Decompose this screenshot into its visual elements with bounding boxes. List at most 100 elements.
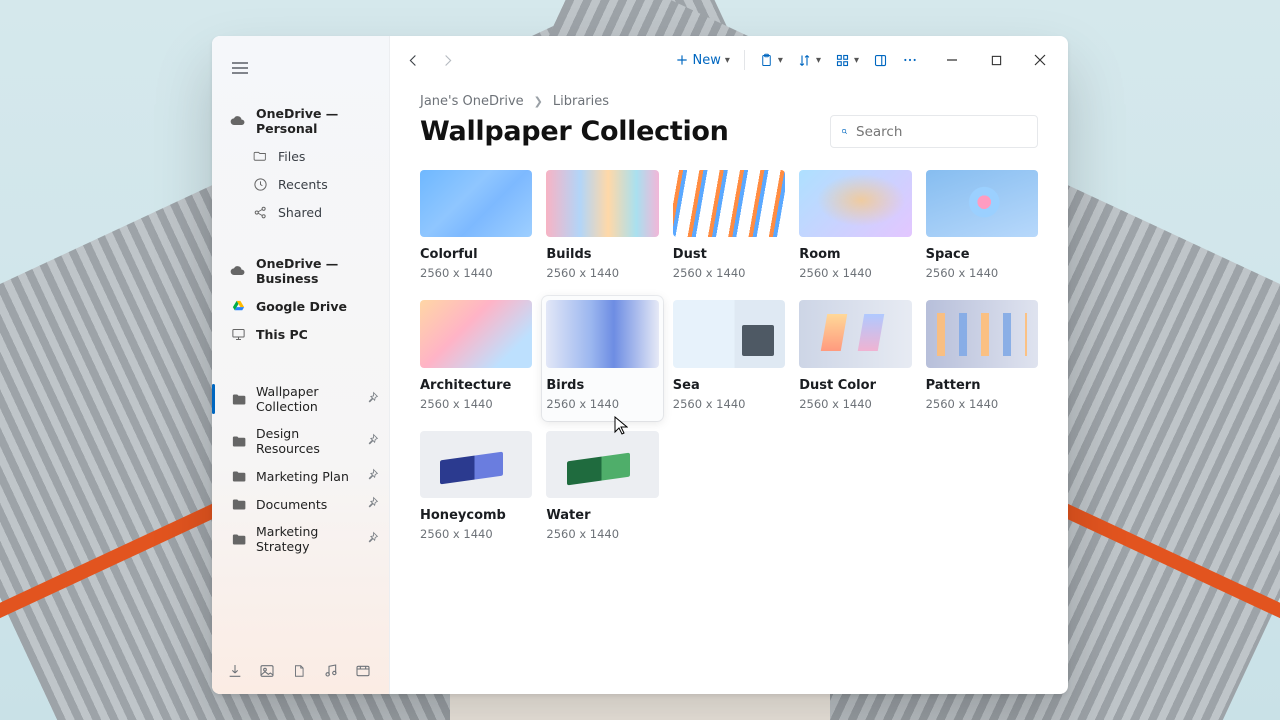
google-drive-icon xyxy=(230,298,246,314)
file-card[interactable]: Birds 2560 x 1440 xyxy=(542,296,662,420)
titlebar: New ▾ ▾ ▾ ▾ xyxy=(390,36,1068,84)
new-button[interactable]: New ▾ xyxy=(669,45,736,75)
sidebar-item-files[interactable]: Files xyxy=(212,142,389,170)
folder-outline-icon xyxy=(252,148,268,164)
file-card[interactable]: Sea 2560 x 1440 xyxy=(673,300,785,416)
thumbnail xyxy=(546,431,658,498)
file-card[interactable]: Honeycomb2560 x 1440 xyxy=(420,431,532,547)
sidebar-pin-item[interactable]: Documents xyxy=(212,490,389,518)
sidebar-item-onedrive-personal[interactable]: OneDrive — Personal xyxy=(212,100,389,142)
file-dimensions: 2560 x 1440 xyxy=(673,397,785,411)
file-card[interactable]: Dust2560 x 1440 xyxy=(673,170,785,286)
breadcrumb-item[interactable]: Jane's OneDrive xyxy=(420,94,524,109)
back-button[interactable] xyxy=(396,43,430,77)
folder-icon xyxy=(230,433,246,449)
downloads-icon[interactable] xyxy=(226,662,244,680)
file-name: Birds xyxy=(546,378,658,393)
forward-button[interactable] xyxy=(430,43,464,77)
thumbnail xyxy=(420,170,532,237)
file-dimensions: 2560 x 1440 xyxy=(926,266,1038,280)
folder-icon xyxy=(230,391,246,407)
sidebar-item-label: Shared xyxy=(278,205,322,220)
sidebar-item-onedrive-business[interactable]: OneDrive — Business xyxy=(212,250,389,292)
file-card[interactable]: Architecture2560 x 1440 xyxy=(420,300,532,416)
file-name: Space xyxy=(926,247,1038,262)
thumbnail xyxy=(799,170,911,237)
share-icon xyxy=(252,204,268,220)
sidebar-item-label: Marketing Strategy xyxy=(256,524,356,554)
hamburger-icon xyxy=(232,62,248,74)
sidebar-pin-item[interactable]: Marketing Strategy xyxy=(212,518,389,560)
folder-icon xyxy=(230,496,246,512)
close-button[interactable] xyxy=(1018,45,1062,75)
view-button[interactable]: ▾ xyxy=(829,45,865,75)
documents-icon[interactable] xyxy=(290,662,308,680)
file-dimensions: 2560 x 1440 xyxy=(420,527,532,541)
maximize-button[interactable] xyxy=(974,45,1018,75)
paste-button[interactable]: ▾ xyxy=(753,45,789,75)
content-area: Jane's OneDrive ❯ Libraries Wallpaper Co… xyxy=(390,84,1068,694)
sidebar-accounts-other: OneDrive — Business Google Drive This PC xyxy=(212,246,389,352)
sidebar-item-this-pc[interactable]: This PC xyxy=(212,320,389,348)
file-name: Dust Color xyxy=(799,378,911,393)
monitor-icon xyxy=(230,326,246,342)
search-field[interactable] xyxy=(830,115,1038,148)
sidebar-pin-item[interactable]: Design Resources xyxy=(212,420,389,462)
file-dimensions: 2560 x 1440 xyxy=(673,266,785,280)
thumbnail xyxy=(420,300,532,367)
file-card[interactable]: Builds2560 x 1440 xyxy=(546,170,658,286)
sidebar-item-google-drive[interactable]: Google Drive xyxy=(212,292,389,320)
sort-icon xyxy=(797,53,812,68)
sidebar-item-shared[interactable]: Shared xyxy=(212,198,389,226)
search-input[interactable] xyxy=(856,124,1027,140)
sidebar-item-label: OneDrive — Business xyxy=(256,256,379,286)
sidebar-item-label: OneDrive — Personal xyxy=(256,106,379,136)
pictures-icon[interactable] xyxy=(258,662,276,680)
file-dimensions: 2560 x 1440 xyxy=(546,266,658,280)
pin-icon[interactable] xyxy=(366,391,379,407)
thumbnail xyxy=(673,170,785,237)
more-button[interactable] xyxy=(896,45,924,75)
breadcrumb: Jane's OneDrive ❯ Libraries xyxy=(420,94,1038,109)
pin-icon[interactable] xyxy=(366,433,379,449)
file-card[interactable]: Colorful2560 x 1440 xyxy=(420,170,532,286)
thumbnail xyxy=(420,431,532,498)
file-name: Sea xyxy=(673,378,785,393)
file-card[interactable]: Space 2560 x 1440 xyxy=(926,170,1038,286)
sidebar-item-label: This PC xyxy=(256,327,308,342)
pin-icon[interactable] xyxy=(366,531,379,547)
sidebar-item-label: Documents xyxy=(256,497,327,512)
sidebar-accounts: OneDrive — Personal Files Recents Shared xyxy=(212,96,389,230)
file-name: Water xyxy=(546,508,658,523)
sidebar-pins: Wallpaper Collection Design Resources Mark… xyxy=(212,374,389,564)
chevron-down-icon: ▾ xyxy=(725,55,730,66)
page-title: Wallpaper Collection xyxy=(420,116,729,147)
pin-icon[interactable] xyxy=(366,496,379,512)
layout-icon xyxy=(873,53,888,68)
file-dimensions: 2560 x 1440 xyxy=(546,397,658,411)
menu-button[interactable] xyxy=(222,50,258,86)
plus-icon xyxy=(675,53,689,67)
file-dimensions: 2560 x 1440 xyxy=(420,266,532,280)
sidebar-pin-item[interactable]: Marketing Plan xyxy=(212,462,389,490)
grid-icon xyxy=(835,53,850,68)
file-card[interactable]: Dust Color2560 x 1440 xyxy=(799,300,911,416)
onedrive-icon xyxy=(230,263,246,279)
file-card[interactable]: Pattern2560 x 1440 xyxy=(926,300,1038,416)
sidebar-item-recents[interactable]: Recents xyxy=(212,170,389,198)
onedrive-icon xyxy=(230,113,246,129)
minimize-button[interactable] xyxy=(930,45,974,75)
file-card[interactable]: Water 2560 x 1440 xyxy=(546,431,658,547)
chevron-down-icon: ▾ xyxy=(778,55,783,66)
pin-icon[interactable] xyxy=(366,468,379,484)
videos-icon[interactable] xyxy=(354,662,372,680)
file-dimensions: 2560 x 1440 xyxy=(546,527,658,541)
sidebar-item-label: Design Resources xyxy=(256,426,356,456)
breadcrumb-item[interactable]: Libraries xyxy=(553,94,609,109)
sidebar-pin-item[interactable]: Wallpaper Collection xyxy=(212,378,389,420)
preview-pane-button[interactable] xyxy=(867,45,894,75)
file-card[interactable]: Room2560 x 1440 xyxy=(799,170,911,286)
clock-icon xyxy=(252,176,268,192)
sort-button[interactable]: ▾ xyxy=(791,45,827,75)
music-icon[interactable] xyxy=(322,662,340,680)
